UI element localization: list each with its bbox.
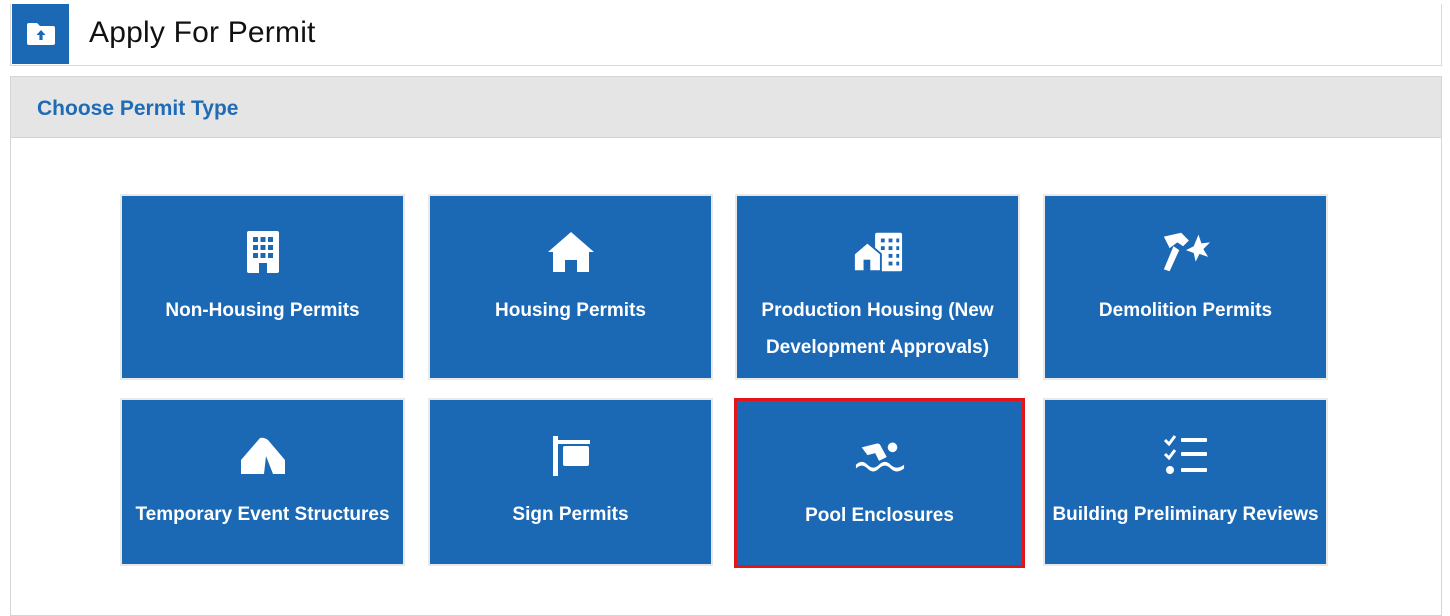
panel-header: Choose Permit Type: [11, 77, 1441, 138]
signpost-icon: [545, 430, 597, 482]
house-icon: [545, 226, 597, 278]
tile-label: Housing Permits: [495, 300, 646, 321]
page-title: Apply For Permit: [89, 16, 316, 49]
tile-temporary-event-structures[interactable]: Temporary Event Structures: [120, 398, 405, 566]
tile-label: Temporary Event Structures: [135, 504, 390, 525]
tile-label: Non-Housing Permits: [165, 300, 360, 321]
folder-upload-icon: [12, 4, 69, 64]
tile-label: Sign Permits: [512, 504, 629, 525]
city-icon: [852, 226, 904, 278]
tile-sign-permits[interactable]: Sign Permits: [428, 398, 713, 566]
page-header: Apply For Permit: [10, 4, 1442, 66]
tile-housing-permits[interactable]: Housing Permits: [428, 194, 713, 380]
tile-production-housing[interactable]: Production Housing (New Development Appr…: [735, 194, 1020, 380]
tile-label: Production Housing (New Development Appr…: [761, 300, 994, 358]
panel-title: Choose Permit Type: [37, 97, 239, 120]
tile-label: Building Preliminary Reviews: [1052, 504, 1319, 525]
tile-pool-enclosures[interactable]: Pool Enclosures: [734, 398, 1025, 568]
building-icon: [237, 226, 289, 278]
tent-icon: [237, 430, 289, 482]
tile-building-preliminary-reviews[interactable]: Building Preliminary Reviews: [1043, 398, 1328, 566]
tile-label: Demolition Permits: [1098, 300, 1273, 321]
tile-non-housing-permits[interactable]: Non-Housing Permits: [120, 194, 405, 380]
swimmer-icon: [854, 431, 906, 483]
checklist-icon: [1160, 430, 1212, 482]
hammer-icon: [1160, 226, 1212, 278]
tile-label: Pool Enclosures: [805, 505, 954, 526]
tile-demolition-permits[interactable]: Demolition Permits: [1043, 194, 1328, 380]
